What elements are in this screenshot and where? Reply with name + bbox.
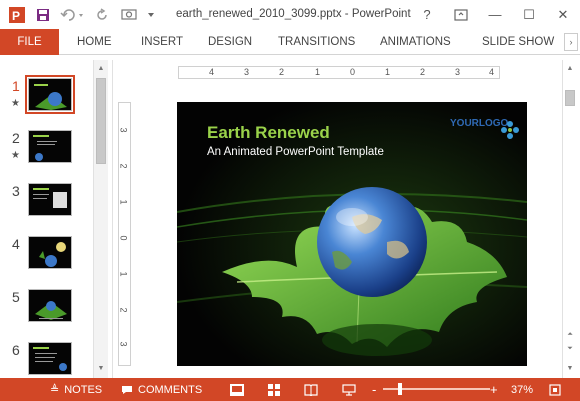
scroll-up-icon[interactable]: ▲ xyxy=(563,62,577,76)
zoom-out-button[interactable]: - xyxy=(372,378,376,401)
slide-thumbnail-image xyxy=(28,183,72,216)
zoom-level[interactable]: 37% xyxy=(511,378,533,401)
tab-home[interactable]: HOME xyxy=(77,29,112,55)
slide-sorter-button[interactable] xyxy=(268,378,280,401)
scroll-up-icon[interactable]: ▲ xyxy=(94,62,108,76)
comments-button[interactable]: COMMENTS xyxy=(121,378,202,401)
ruler-tick: 3 xyxy=(118,127,129,133)
title-bar: P earth_renewed_2010_3099.pptx - PowerPo… xyxy=(0,0,580,29)
powerpoint-window: P earth_renewed_2010_3099.pptx - PowerPo… xyxy=(0,0,580,401)
comment-icon xyxy=(122,385,132,394)
ruler-tick: 3 xyxy=(455,67,461,77)
reading-view-icon xyxy=(304,383,318,396)
zoom-in-button[interactable]: + xyxy=(490,378,498,401)
tab-animations[interactable]: ANIMATIONS xyxy=(380,29,451,55)
quick-access-toolbar: P xyxy=(0,0,158,29)
tab-insert[interactable]: INSERT xyxy=(141,29,183,55)
ruler-tick: 3 xyxy=(118,341,129,347)
window-controls: ? — ☐ ✕ xyxy=(410,0,580,29)
document-title: earth_renewed_2010_3099.pptx - PowerPoin… xyxy=(176,8,411,20)
ruler-tick: 2 xyxy=(118,307,129,313)
slide-thumbnail-pane: 1 ★ 2 ★ 3 4 5 6 ▲ ▼ xyxy=(0,60,113,378)
slide-thumbnail-image xyxy=(28,342,72,375)
ruler-tick: 1 xyxy=(118,199,129,205)
notes-button[interactable]: ≜ NOTES xyxy=(50,378,102,401)
tab-transitions[interactable]: TRANSITIONS xyxy=(278,29,355,55)
notes-icon: ≜ xyxy=(50,384,60,396)
ruler-tick: 2 xyxy=(118,163,129,169)
scrollbar-thumb[interactable] xyxy=(96,78,106,164)
scrollbar-thumb[interactable] xyxy=(565,90,575,106)
slide-thumbnail-image xyxy=(28,236,72,269)
slide-thumbnail-3[interactable]: 3 xyxy=(0,183,92,233)
slide-subtitle[interactable]: An Animated PowerPoint Template xyxy=(207,146,384,158)
slide-thumbnail-image xyxy=(25,75,75,114)
ruler-tick: 2 xyxy=(279,67,285,77)
comments-label: COMMENTS xyxy=(138,383,203,396)
svg-text:P: P xyxy=(12,9,20,23)
previous-slide-icon[interactable]: ⏶ xyxy=(563,328,577,342)
fit-slide-button[interactable] xyxy=(549,378,561,401)
tab-slide-show[interactable]: SLIDE SHOW xyxy=(482,29,554,55)
slide-thumbnail-1[interactable]: 1 ★ xyxy=(0,75,92,128)
thumbnail-scrollbar[interactable]: ▲ ▼ xyxy=(93,60,108,378)
logo-flower-icon xyxy=(501,121,519,139)
slide-number: 4 xyxy=(12,236,20,252)
fit-to-window-icon xyxy=(549,383,561,396)
redo-icon[interactable] xyxy=(92,4,114,26)
horizontal-ruler: 4 3 2 1 0 1 2 3 4 xyxy=(178,66,500,79)
notes-label: NOTES xyxy=(64,383,103,396)
tab-file[interactable]: FILE xyxy=(0,29,59,55)
zoom-slider-handle[interactable] xyxy=(398,383,402,395)
animation-star-icon: ★ xyxy=(11,98,20,109)
status-bar: ≜ NOTES COMMENTS - + 37% xyxy=(0,378,580,401)
slide-thumbnail-image xyxy=(28,289,72,322)
undo-icon[interactable] xyxy=(58,4,88,26)
slide-show-button[interactable] xyxy=(342,378,356,401)
slide-number: 1 xyxy=(12,78,20,94)
slide-sorter-icon xyxy=(268,383,280,396)
slide-show-icon xyxy=(342,383,356,396)
ruler-tick: 3 xyxy=(244,67,250,77)
close-button[interactable]: ✕ xyxy=(546,0,580,29)
help-button[interactable]: ? xyxy=(410,0,444,29)
minimize-button[interactable]: — xyxy=(478,0,512,29)
vertical-ruler: 3 2 1 0 1 2 3 xyxy=(118,102,131,366)
slide-number: 5 xyxy=(12,289,20,305)
powerpoint-app-icon[interactable]: P xyxy=(6,4,28,26)
reading-view-button[interactable] xyxy=(304,378,318,401)
normal-view-button[interactable] xyxy=(230,378,244,401)
ribbon-display-options-button[interactable] xyxy=(444,0,478,29)
ruler-tick: 1 xyxy=(118,271,129,277)
slide-canvas[interactable]: Earth Renewed An Animated PowerPoint Tem… xyxy=(177,102,527,366)
slide-title[interactable]: Earth Renewed xyxy=(207,123,330,143)
ruler-tick: 2 xyxy=(420,67,426,77)
tab-design[interactable]: DESIGN xyxy=(208,29,252,55)
restore-button[interactable]: ☐ xyxy=(512,0,546,29)
ruler-tick: 4 xyxy=(209,67,215,77)
next-slide-icon[interactable]: ⏷ xyxy=(563,342,577,356)
slide-thumbnail-4[interactable]: 4 xyxy=(0,236,92,286)
ruler-tick: 0 xyxy=(118,235,129,241)
ruler-tick: 0 xyxy=(350,67,356,77)
ruler-tick: 4 xyxy=(489,67,495,77)
slide-thumbnail-2[interactable]: 2 ★ xyxy=(0,130,92,180)
customize-toolbar-icon[interactable] xyxy=(144,4,158,26)
ruler-tick: 1 xyxy=(385,67,391,77)
slide-thumbnail-image xyxy=(28,130,72,163)
start-from-beginning-icon[interactable] xyxy=(118,4,140,26)
slide-number: 6 xyxy=(12,342,20,358)
slide-scrollbar[interactable]: ▲ ⏶ ⏷ ▼ xyxy=(562,60,578,378)
scroll-down-icon[interactable]: ▼ xyxy=(563,362,577,376)
ribbon-tabs: FILE HOME INSERT DESIGN TRANSITIONS ANIM… xyxy=(0,29,580,55)
animation-star-icon: ★ xyxy=(11,150,20,161)
slide-thumbnail-5[interactable]: 5 xyxy=(0,289,92,339)
slide-number: 3 xyxy=(12,183,20,199)
save-icon[interactable] xyxy=(32,4,54,26)
ruler-tick: 1 xyxy=(315,67,321,77)
normal-view-icon xyxy=(230,383,244,396)
slide-number: 2 xyxy=(12,130,20,146)
ribbon-scroll-right-icon[interactable]: › xyxy=(564,33,578,51)
scroll-down-icon[interactable]: ▼ xyxy=(94,362,108,376)
